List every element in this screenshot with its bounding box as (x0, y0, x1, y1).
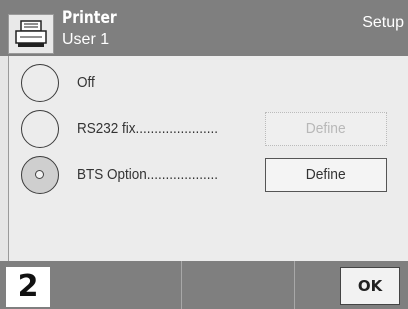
option-leader-dots: ................... (146, 166, 219, 183)
radio-bts-option-selected[interactable] (21, 156, 59, 194)
radio-off[interactable] (21, 64, 59, 102)
option-row-rs232: RS232 fix...................... Define (9, 110, 401, 150)
printer-options-panel: Off RS232 fix...................... Defi… (8, 56, 408, 261)
option-row-bts: BTS Option................... Define (9, 156, 401, 196)
page-title: Printer (62, 8, 117, 28)
footer-divider (294, 261, 295, 309)
option-text: BTS Option (77, 166, 147, 183)
ok-button[interactable]: OK (340, 267, 400, 305)
footer-bar: 2 OK (0, 261, 408, 309)
footer-divider (181, 261, 182, 309)
radio-selected-dot (35, 170, 44, 179)
define-button-label: Define (306, 120, 346, 137)
header-bar: Printer User 1 Setup (0, 0, 408, 56)
printer-setup-screen: Printer User 1 Setup Off RS232 fix......… (0, 0, 408, 309)
radio-rs232-fix[interactable] (21, 110, 59, 148)
user-label: User 1 (62, 31, 110, 48)
option-label-off: Off (77, 74, 97, 92)
option-text: RS232 fix (77, 120, 136, 137)
option-leader-dots: ...................... (135, 120, 219, 137)
printer-icon (8, 14, 54, 54)
option-label-rs232: RS232 fix...................... (77, 120, 234, 138)
define-button-bts[interactable]: Define (265, 158, 387, 192)
option-row-off: Off (9, 64, 401, 104)
setup-context-label: Setup (362, 14, 404, 31)
option-text: Off (77, 74, 95, 91)
define-button-rs232-disabled[interactable]: Define (265, 112, 387, 146)
screen-number: 2 (6, 267, 50, 307)
define-button-label: Define (306, 166, 346, 183)
option-label-bts: BTS Option................... (77, 166, 234, 184)
